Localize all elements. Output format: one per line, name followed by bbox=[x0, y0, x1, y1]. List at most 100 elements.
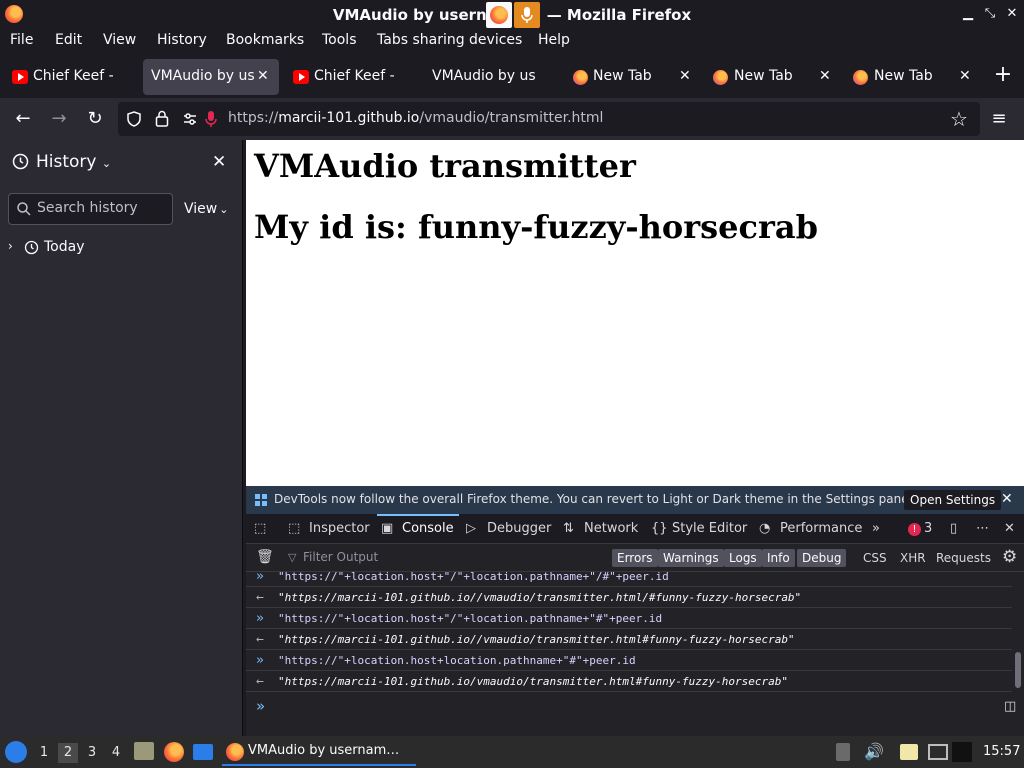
tab-performance[interactable]: ◔ Performance bbox=[759, 521, 862, 536]
filter-css-button[interactable]: CSS bbox=[858, 549, 892, 567]
search-history-input[interactable] bbox=[37, 200, 167, 216]
maximize-button[interactable]: ⤡ bbox=[980, 4, 1000, 24]
back-button[interactable]: ← bbox=[12, 108, 34, 130]
reload-button[interactable]: ↻ bbox=[84, 108, 106, 130]
chevron-down-icon: ⌄ bbox=[101, 157, 112, 170]
filter-errors-button[interactable]: Errors bbox=[612, 549, 658, 567]
workspace-button[interactable]: 4 bbox=[106, 743, 126, 763]
microphone-sharing-icon[interactable] bbox=[204, 110, 218, 128]
tab-inspector[interactable]: ⬚ Inspector bbox=[288, 521, 370, 536]
minimize-button[interactable]: ▁ bbox=[958, 4, 978, 24]
desktop-icon[interactable] bbox=[193, 744, 213, 760]
volume-icon[interactable]: 🔊 bbox=[864, 742, 884, 761]
input-chevron-icon: » bbox=[256, 653, 264, 668]
console-result-line: ← "https://marcii-101.github.io/vmaudio/… bbox=[246, 671, 1012, 692]
filter-logs-button[interactable]: Logs bbox=[724, 549, 762, 567]
filter-debug-button[interactable]: Debug bbox=[797, 549, 847, 567]
devtools-options-icon[interactable]: ⋯ bbox=[976, 521, 989, 536]
app-menu-button[interactable]: ≡ bbox=[988, 108, 1010, 130]
console-input-line: » "https://"+location.host+location.path… bbox=[246, 650, 1012, 671]
result-arrow-icon: ← bbox=[256, 590, 264, 605]
tab-label: Chief Keef - Y bbox=[314, 68, 396, 84]
open-settings-button[interactable]: Open Settings bbox=[904, 490, 1002, 510]
tab-item[interactable]: New Tab ✕ bbox=[565, 59, 700, 95]
active-tab-indicator bbox=[377, 514, 459, 516]
menu-tools[interactable]: Tools bbox=[322, 32, 357, 48]
firefox-launcher-icon[interactable] bbox=[164, 742, 184, 762]
menu-view[interactable]: View bbox=[103, 32, 136, 48]
lock-icon[interactable] bbox=[155, 110, 169, 127]
bookmark-star-icon[interactable]: ☆ bbox=[948, 108, 970, 130]
gear-icon[interactable]: ⚙ bbox=[1002, 547, 1017, 567]
workspace-button[interactable]: 3 bbox=[82, 743, 102, 763]
filter-output-input[interactable]: Filter Output bbox=[303, 550, 378, 564]
close-window-button[interactable]: ✕ bbox=[1002, 4, 1022, 24]
menu-help[interactable]: Help bbox=[538, 32, 570, 48]
search-icon bbox=[17, 202, 31, 216]
element-picker-icon[interactable]: ⬚ bbox=[254, 521, 266, 536]
tracking-protection-shield-icon[interactable] bbox=[126, 111, 142, 127]
tab-close-icon[interactable]: ✕ bbox=[257, 68, 269, 84]
window-title: VMAudio by usern — Mozilla Firefox bbox=[332, 6, 692, 24]
tab-item[interactable]: Chief Keef - Y bbox=[2, 59, 140, 95]
filter-requests-button[interactable]: Requests bbox=[931, 549, 996, 567]
tab-debugger[interactable]: ▷ Debugger bbox=[466, 521, 551, 536]
menu-file[interactable]: File bbox=[10, 32, 33, 48]
editor-mode-icon[interactable]: ◫ bbox=[1004, 699, 1016, 714]
console-input-prompt[interactable]: » ◫ bbox=[246, 692, 1024, 722]
history-sidebar: History ⌄ ✕ View⌄ › Today bbox=[0, 140, 243, 736]
tab-close-icon[interactable]: ✕ bbox=[679, 68, 691, 84]
file-manager-icon[interactable] bbox=[134, 742, 154, 760]
tab-close-icon[interactable]: ✕ bbox=[959, 68, 971, 84]
menu-edit[interactable]: Edit bbox=[55, 32, 82, 48]
filter-xhr-button[interactable]: XHR bbox=[895, 549, 931, 567]
history-group-today[interactable]: › Today bbox=[8, 238, 238, 258]
url-bar[interactable]: https://marcii-101.github.io/vmaudio/tra… bbox=[118, 102, 980, 136]
forward-button[interactable]: → bbox=[48, 108, 70, 130]
responsive-design-icon[interactable]: ▯ bbox=[950, 521, 957, 536]
search-history-box[interactable] bbox=[8, 193, 173, 225]
view-menu-button[interactable]: View ⌄ bbox=[184, 201, 228, 217]
workspace-button[interactable]: 1 bbox=[34, 743, 54, 763]
performance-icon: ◔ bbox=[759, 521, 771, 536]
close-sidebar-icon[interactable]: ✕ bbox=[212, 152, 226, 172]
tab-item[interactable]: Chief Keef - Y bbox=[283, 59, 421, 95]
tray-app-icon[interactable] bbox=[952, 742, 972, 762]
tab-item[interactable]: New Tab ✕ bbox=[845, 59, 980, 95]
tab-item[interactable]: New Tab ✕ bbox=[705, 59, 840, 95]
url-text[interactable]: https://marcii-101.github.io/vmaudio/tra… bbox=[228, 110, 603, 126]
clipboard-icon[interactable] bbox=[836, 743, 850, 761]
close-notice-icon[interactable]: ✕ bbox=[1001, 491, 1013, 507]
tab-console[interactable]: ▣ Console bbox=[381, 521, 454, 536]
tab-strip: Chief Keef - Y VMAudio by use ✕ Chief Ke… bbox=[0, 56, 1024, 98]
more-tools-icon[interactable]: » bbox=[872, 521, 880, 536]
result-arrow-icon: ← bbox=[256, 674, 264, 689]
tab-item[interactable]: VMAudio by use bbox=[424, 59, 562, 95]
puzzle-info-icon bbox=[255, 494, 267, 506]
microphone-indicator-icon[interactable] bbox=[514, 2, 540, 28]
notes-icon[interactable] bbox=[900, 744, 918, 760]
tab-close-icon[interactable]: ✕ bbox=[819, 68, 831, 84]
console-code: "https://"+location.host+"/"+location.pa… bbox=[278, 572, 669, 583]
tab-network[interactable]: ⇅ Network bbox=[563, 521, 638, 536]
close-devtools-icon[interactable]: ✕ bbox=[1004, 521, 1015, 536]
new-tab-button[interactable]: + bbox=[992, 64, 1014, 86]
menu-history[interactable]: History bbox=[157, 32, 207, 48]
console-scrollbar[interactable] bbox=[1012, 572, 1024, 692]
tab-item-selected[interactable]: VMAudio by use ✕ bbox=[143, 59, 279, 95]
sidebar-title-switcher[interactable]: History ⌄ bbox=[36, 152, 111, 172]
sharing-firefox-indicator-icon[interactable] bbox=[486, 2, 512, 28]
workspace-button-current[interactable]: 2 bbox=[58, 743, 78, 763]
start-menu-icon[interactable] bbox=[5, 741, 27, 763]
filter-info-button[interactable]: Info bbox=[762, 549, 795, 567]
tab-style-editor[interactable]: {} Style Editor bbox=[651, 521, 747, 536]
permissions-icon[interactable] bbox=[182, 111, 198, 127]
taskbar-window-button[interactable]: VMAudio by usernam… bbox=[222, 738, 416, 766]
network-monitor-icon[interactable] bbox=[928, 744, 948, 760]
error-count-badge[interactable]: ! 3 bbox=[908, 521, 932, 536]
trash-icon[interactable]: 🗑 bbox=[256, 549, 274, 565]
menu-bookmarks[interactable]: Bookmarks bbox=[226, 32, 304, 48]
scrollbar-thumb[interactable] bbox=[1015, 652, 1021, 688]
filter-warnings-button[interactable]: Warnings bbox=[658, 549, 724, 567]
menu-tabs-sharing-devices[interactable]: Tabs sharing devices bbox=[377, 32, 522, 48]
